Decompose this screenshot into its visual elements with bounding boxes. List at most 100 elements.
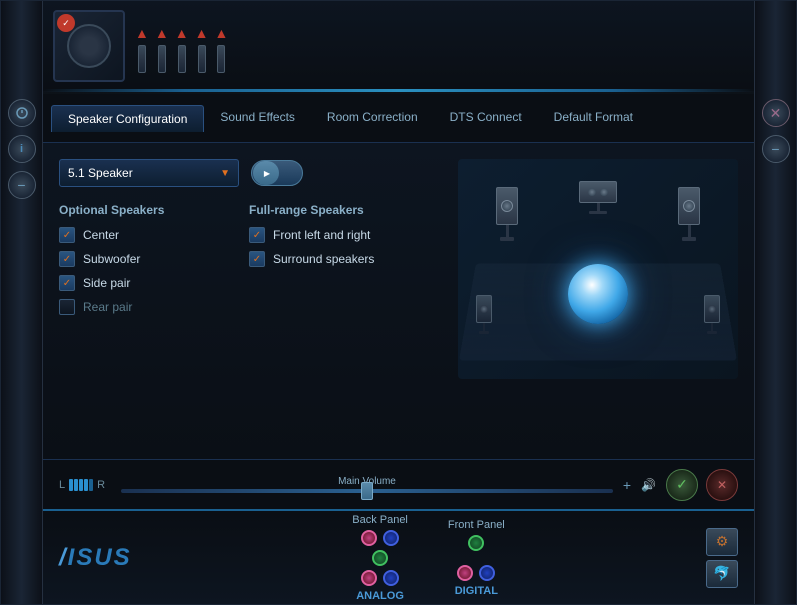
jack-item-2[interactable]: ▲ [155,25,169,73]
info-icon-btn[interactable]: 🐬 [706,560,738,588]
vol-bar-1 [69,479,73,491]
optional-speakers-title: Optional Speakers [59,203,249,217]
left-rail-btn-3[interactable]: − [8,171,36,199]
analog-label: ANALOG [356,590,404,602]
back-conn-blue2[interactable] [383,570,399,586]
tab-default-format[interactable]: Default Format [538,104,649,132]
volume-lr-labels: L R [59,479,105,491]
app-window: i − ✕ − ✓ ▲ ▲ [0,0,797,605]
front-panel-connectors [468,535,484,551]
dropdown-arrow-icon: ▼ [220,168,230,179]
tab-sound-effects[interactable]: Sound Effects [204,104,311,132]
jack-arrow-5: ▲ [214,25,228,41]
tab-dts-connect[interactable]: DTS Connect [434,104,538,132]
fullrange-speakers-col: Full-range Speakers Front left and right… [249,203,449,323]
tab-speaker-config[interactable]: Speaker Configuration [51,105,204,132]
apply-button[interactable]: ✓ [666,469,698,501]
settings-icon: ⚙ [716,533,729,550]
vol-bar-3 [79,479,83,491]
back-panel-group: Back Panel ANALOG [352,514,408,602]
tab-room-correction[interactable]: Room Correction [311,104,434,132]
speaker-front-right [678,187,700,241]
dropdown-value: 5.1 Speaker [68,166,133,180]
speaker-rear-right [704,295,720,334]
jack-arrow-3: ▲ [175,25,189,41]
check-overlay: ✓ [57,14,75,32]
play-knob: ▶ [253,161,279,185]
volume-level-indicator [69,479,93,491]
speaker-type-dropdown[interactable]: 5.1 Speaker ▼ [59,159,239,187]
checkbox-side-pair-input[interactable] [59,275,75,291]
checkbox-center-input[interactable] [59,227,75,243]
checkbox-side-pair: Side pair [59,275,249,291]
front-conn-blue[interactable] [479,565,495,581]
jack-plug-4 [198,45,206,73]
right-rail-btn-1[interactable]: ✕ [762,99,790,127]
checkbox-front-lr-input[interactable] [249,227,265,243]
checkbox-rear-pair-input[interactable] [59,299,75,315]
fullrange-speakers-title: Full-range Speakers [249,203,449,217]
vol-left-label: L [59,479,65,491]
speaker-diagram [458,159,738,379]
right-rail: ✕ − [754,1,796,604]
checkbox-subwoofer: Subwoofer [59,251,249,267]
jack-arrow-4: ▲ [195,25,209,41]
footer-logo-wrap: /ISUS [59,544,159,572]
checkbox-subwoofer-input[interactable] [59,251,75,267]
jack-plug-3 [178,45,186,73]
jack-arrow-1: ▲ [135,25,149,41]
cancel-button[interactable]: ✕ [706,469,738,501]
digital-label: DIGITAL [455,585,498,597]
front-conn-pink[interactable] [457,565,473,581]
play-button[interactable]: ▶ [251,160,303,186]
panels-area: Back Panel ANALOG Front Panel [159,514,698,602]
back-conn-blue[interactable] [383,530,399,546]
speaker-front-left [496,187,518,241]
left-rail-btn-2[interactable]: i [8,135,36,163]
volume-section: L R Main Volume + 🔊 ✓ ✕ [43,459,754,509]
cancel-x-icon: ✕ [717,478,727,492]
back-panel-connectors-mid [372,550,388,566]
top-separator [43,89,754,92]
checkbox-surround: Surround speakers [249,251,449,267]
settings-icon-btn[interactable]: ⚙ [706,528,738,556]
volume-slider-wrap: Main Volume [121,476,613,493]
jack-item-5[interactable]: ▲ [214,25,228,73]
volume-actions: ✓ ✕ [666,469,738,501]
jack-plug-1 [138,45,146,73]
left-rail: i − [1,1,43,604]
listener-position-ball [568,264,628,324]
right-rail-btn-2[interactable]: − [762,135,790,163]
content-area: 5.1 Speaker ▼ ▶ Optional Speakers Center [43,142,754,509]
volume-slider[interactable] [121,489,613,493]
vol-speaker-icon: 🔊 [641,478,656,492]
asus-logo: /ISUS [59,544,159,572]
checkbox-rear-pair: Rear pair [59,299,249,315]
back-conn-pink2[interactable] [361,570,377,586]
back-conn-pink[interactable] [361,530,377,546]
jack-plug-2 [158,45,166,73]
back-conn-green[interactable] [372,550,388,566]
vol-right-label: R [97,479,105,491]
checkbox-subwoofer-label: Subwoofer [83,252,140,266]
vol-bar-2 [74,479,78,491]
volume-slider-thumb[interactable] [361,482,373,500]
jack-item-1[interactable]: ▲ [135,25,149,73]
front-conn-green[interactable] [468,535,484,551]
back-panel-label: Back Panel [352,514,408,526]
footer: /ISUS Back Panel ANALOG [43,509,754,604]
front-panel-connectors-bot [457,565,495,581]
left-rail-btn-1[interactable] [8,99,36,127]
apply-check-icon: ✓ [676,476,688,493]
checkbox-surround-input[interactable] [249,251,265,267]
jack-icons-row: ▲ ▲ ▲ ▲ ▲ [135,20,228,73]
back-panel-connectors-bot [361,570,399,586]
vol-bar-5 [89,479,93,491]
top-area: ✓ ▲ ▲ ▲ ▲ ▲ [43,1,754,91]
jack-item-4[interactable]: ▲ [195,25,209,73]
vol-bar-4 [84,479,88,491]
checkbox-rear-pair-label: Rear pair [83,300,132,314]
vol-plus-sign: + [623,477,631,493]
jack-item-3[interactable]: ▲ [175,25,189,73]
checkbox-side-pair-label: Side pair [83,276,130,290]
